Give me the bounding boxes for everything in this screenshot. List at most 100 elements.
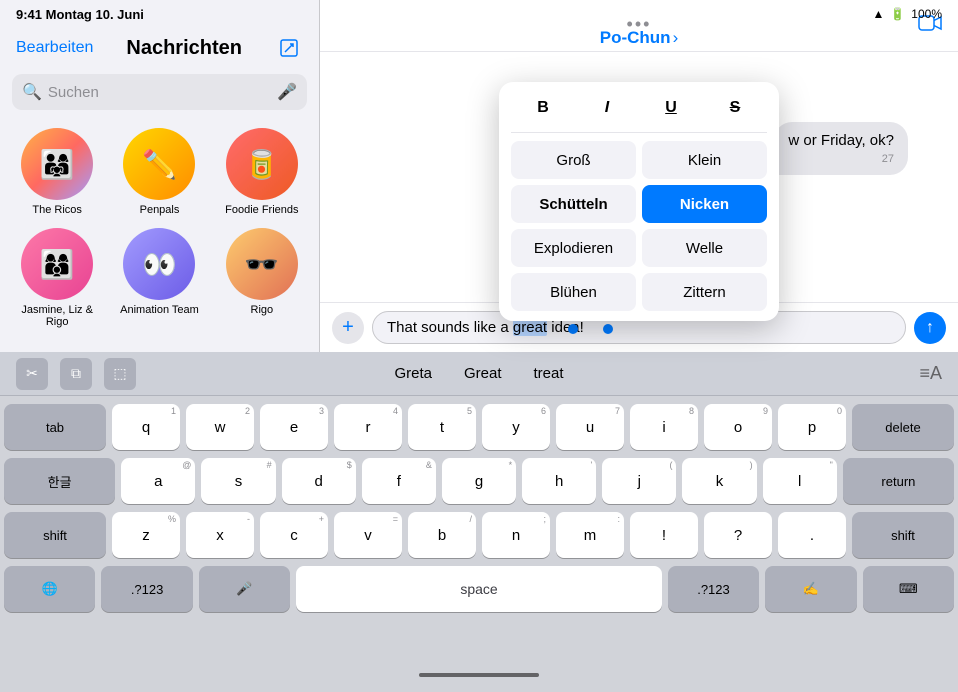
numbers-left-key[interactable]: .?123 [101,566,192,612]
key-z[interactable]: z% [112,512,180,558]
space-key[interactable]: space [296,566,662,612]
bluhen-button[interactable]: Blühen [511,273,636,311]
key-f[interactable]: f& [362,458,436,504]
underline-button[interactable]: U [651,92,691,124]
contact-item-1[interactable]: ✏️ Penpals [114,128,204,216]
key-t[interactable]: t5 [408,404,476,450]
contact-label-2: Foodie Friends [225,204,298,216]
key-a[interactable]: a@ [121,458,195,504]
avatar-0: 👨‍👩‍👧 [21,128,93,200]
contact-label-5: Rigo [251,304,274,316]
search-icon: 🔍 [22,82,42,102]
send-button[interactable]: ↑ [914,312,946,344]
return-key[interactable]: return [843,458,954,504]
key-question[interactable]: ? [704,512,772,558]
suggestion-0[interactable]: Greta [394,365,432,382]
grosz-button[interactable]: Groß [511,141,636,179]
delete-key[interactable]: delete [852,404,954,450]
key-m[interactable]: m: [556,512,624,558]
format-lines-button[interactable]: ≡A [919,363,942,384]
contact-item-4[interactable]: 👀 Animation Team [114,228,204,328]
bold-button[interactable]: B [523,92,563,124]
key-row-2: 한글 a@ s# d$ f& g* h' j( k) l" return [4,458,954,504]
key-period[interactable]: . [778,512,846,558]
autocorrect-suggestions: Greta Great treat [394,365,563,382]
contacts-grid: 👨‍👩‍👧 The Ricos ✏️ Penpals 🥫 Foodie Frie… [0,120,319,336]
handwriting-key[interactable]: ✍ [765,566,856,612]
mic-key[interactable]: 🎤 [199,566,290,612]
contact-label-4: Animation Team [120,304,199,316]
key-i[interactable]: i8 [630,404,698,450]
bottom-bar [0,658,958,692]
key-y[interactable]: y6 [482,404,550,450]
klein-button[interactable]: Klein [642,141,767,179]
add-attachment-button[interactable]: + [332,312,364,344]
italic-button[interactable]: I [587,92,627,124]
contact-item-0[interactable]: 👨‍👩‍👧 The Ricos [12,128,102,216]
key-e[interactable]: e3 [260,404,328,450]
format-popup: B I U S Groß Klein Schütteln Nicken Expl… [499,82,779,321]
avatar-1: ✏️ [123,128,195,200]
wifi-icon: ▲ [872,7,884,21]
paste-button[interactable]: ⬚ [104,358,136,390]
shift-left-key[interactable]: shift [4,512,106,558]
paste-icon: ⬚ [113,365,126,382]
explodieren-button[interactable]: Explodieren [511,229,636,267]
contact-label-1: Penpals [140,204,180,216]
strikethrough-button[interactable]: S [715,92,755,124]
key-v[interactable]: v= [334,512,402,558]
key-q[interactable]: q1 [112,404,180,450]
key-l[interactable]: l" [763,458,837,504]
contact-item-2[interactable]: 🥫 Foodie Friends [217,128,307,216]
hangul-key[interactable]: 한글 [4,458,115,504]
copy-button[interactable]: ⧉ [60,358,92,390]
copy-icon: ⧉ [71,365,81,382]
key-u[interactable]: u7 [556,404,624,450]
cut-button[interactable]: ✂ [16,358,48,390]
key-g[interactable]: g* [442,458,516,504]
cut-icon: ✂ [26,365,38,382]
key-s[interactable]: s# [201,458,275,504]
key-exclaim[interactable]: ! [630,512,698,558]
avatar-4: 👀 [123,228,195,300]
key-w[interactable]: w2 [186,404,254,450]
microphone-icon[interactable]: 🎤 [277,82,297,102]
numbers-right-key[interactable]: .?123 [668,566,759,612]
key-j[interactable]: j( [602,458,676,504]
zittern-button[interactable]: Zittern [642,273,767,311]
edit-button[interactable]: Bearbeiten [16,39,93,57]
received-message: w or Friday, ok? 27 [774,122,908,175]
contact-label-0: The Ricos [32,204,82,216]
contact-label-3: Jasmine, Liz & Rigo [12,304,102,328]
contact-item-5[interactable]: 🕶️ Rigo [217,228,307,328]
schutteln-button[interactable]: Schütteln [511,185,636,223]
received-text: w or Friday, ok? [788,132,894,149]
key-k[interactable]: k) [682,458,756,504]
autocorrect-row: ✂ ⧉ ⬚ Greta Great treat ≡A [0,352,958,396]
key-o[interactable]: o9 [704,404,772,450]
key-p[interactable]: p0 [778,404,846,450]
search-bar[interactable]: 🔍 Suchen 🎤 [12,74,307,110]
shift-right-key[interactable]: shift [852,512,954,558]
compose-button[interactable] [275,34,303,62]
key-n[interactable]: n; [482,512,550,558]
tab-key[interactable]: tab [4,404,106,450]
key-d[interactable]: d$ [282,458,356,504]
key-c[interactable]: c+ [260,512,328,558]
status-right: ▲ 🔋 100% [872,7,942,21]
suggestion-1[interactable]: Great [464,365,502,382]
welle-button[interactable]: Welle [642,229,767,267]
key-h[interactable]: h' [522,458,596,504]
keyboard-hide-key[interactable]: ⌨ [863,566,954,612]
key-r[interactable]: r4 [334,404,402,450]
suggestion-2[interactable]: treat [534,365,564,382]
key-x[interactable]: x- [186,512,254,558]
avatar-5: 🕶️ [226,228,298,300]
globe-key[interactable]: 🌐 [4,566,95,612]
key-b[interactable]: b/ [408,512,476,558]
home-indicator [419,673,539,677]
status-bar: 9:41 Montag 10. Juni ▲ 🔋 100% [0,0,958,28]
nicken-button[interactable]: Nicken [642,185,767,223]
msg-time: 27 [788,153,894,165]
contact-item-3[interactable]: 👩‍👩‍👦 Jasmine, Liz & Rigo [12,228,102,328]
